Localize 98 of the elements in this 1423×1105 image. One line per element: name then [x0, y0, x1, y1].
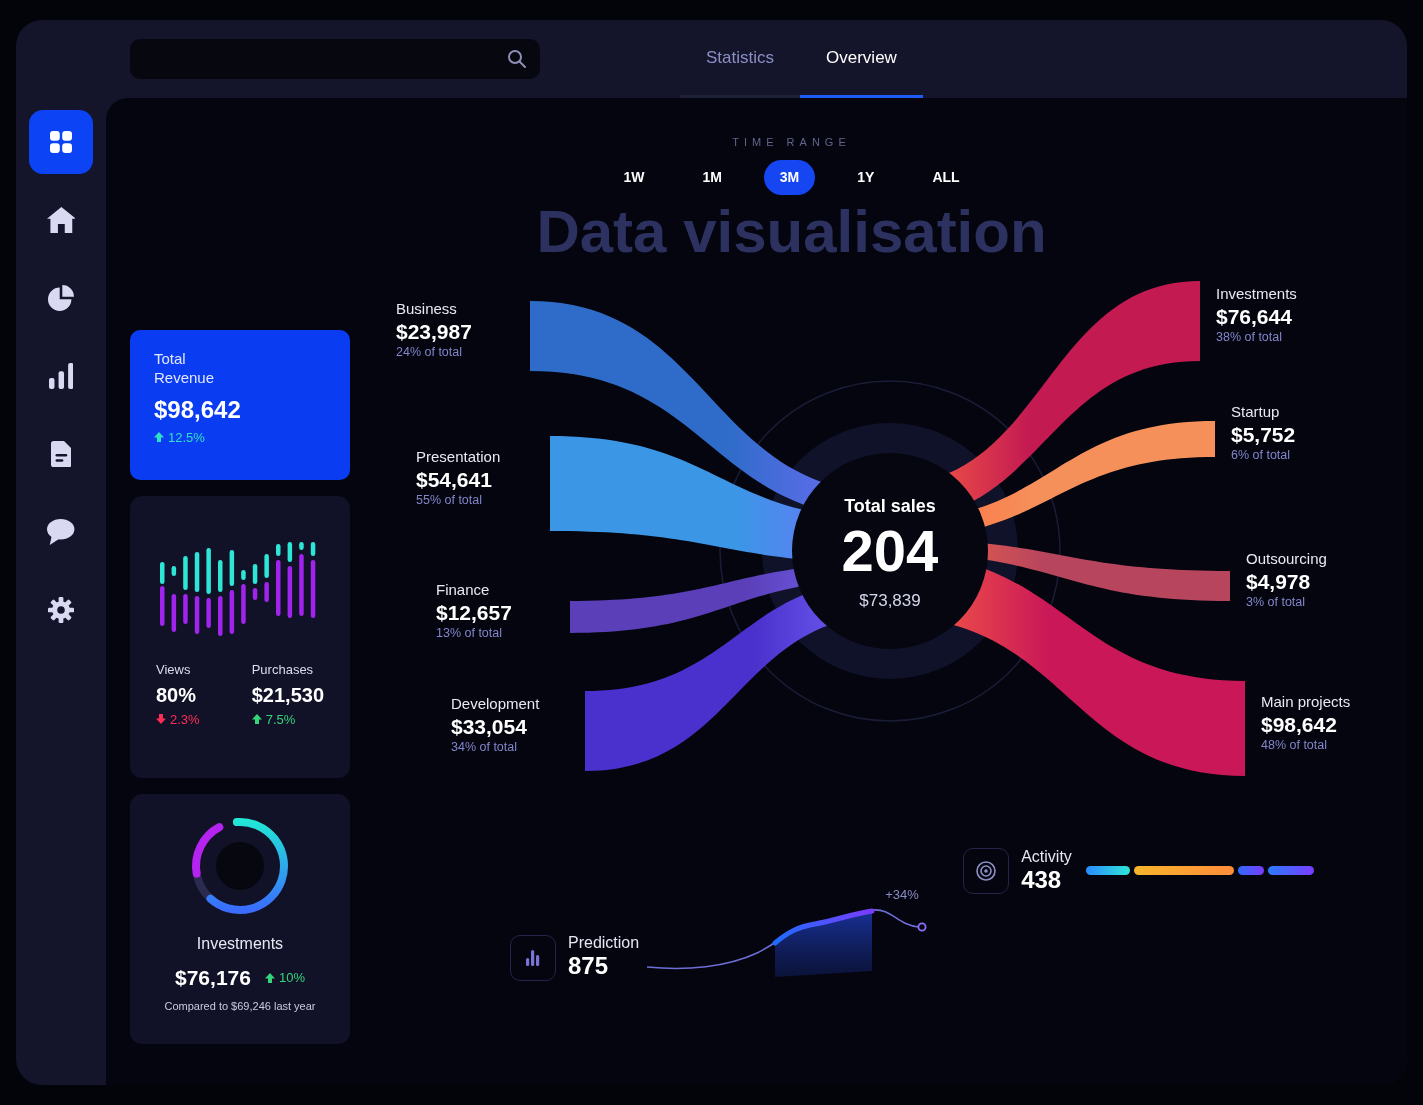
activity-segment: [1267, 866, 1314, 876]
flow-label: Startup: [1231, 403, 1280, 422]
card-value: $98,642: [154, 394, 241, 425]
chart-bar: [160, 562, 165, 584]
home-icon: [46, 207, 76, 233]
time-range-label: TIME RANGE: [732, 135, 851, 150]
flow-share: 24% of total: [396, 345, 462, 361]
chart-bar: [310, 542, 316, 556]
flow-value: $98,642: [1261, 711, 1337, 738]
target-icon: [963, 848, 1010, 894]
chart-bar: [160, 586, 165, 626]
range-option[interactable]: 3M: [763, 160, 816, 195]
chart-bar: [241, 570, 246, 580]
stat-label: Purchases: [251, 661, 314, 679]
stat-label: Views: [156, 661, 191, 679]
flow-label: Finance: [436, 581, 490, 600]
chart-bar: [264, 582, 269, 602]
change-percent: 10%: [278, 969, 305, 987]
flow-value: $5,752: [1231, 421, 1296, 448]
search-icon: [508, 50, 526, 68]
flow-value: $76,644: [1216, 303, 1292, 330]
chart-bar: [276, 544, 281, 556]
chart-bar: [299, 554, 304, 616]
chart-bar: [206, 548, 211, 594]
flow-label: Development: [451, 695, 540, 714]
range-option[interactable]: 1W: [607, 160, 661, 195]
range-option[interactable]: 1M: [686, 160, 738, 195]
donut-track: [193, 875, 213, 901]
settings-icon: [48, 597, 74, 623]
activity-segment: [1237, 866, 1264, 876]
widget-value: 875: [568, 952, 609, 981]
chart-bar: [229, 550, 235, 586]
chart-bar: [229, 590, 235, 634]
search-field[interactable]: [130, 39, 540, 79]
end-marker: [917, 922, 927, 932]
chart-bar: [264, 554, 269, 578]
flow-value: $12,657: [436, 599, 512, 626]
chart-bar: [206, 598, 211, 628]
stat-value: 80%: [156, 682, 197, 708]
document-icon: [50, 441, 72, 467]
flow-share: 34% of total: [451, 740, 517, 756]
chart-bar: [218, 560, 223, 592]
flow-share: 38% of total: [1216, 330, 1282, 346]
activity-segment: [1085, 866, 1130, 876]
flow-label: Business: [396, 300, 457, 319]
pie-chart-icon: [48, 285, 74, 311]
chart-bar: [276, 560, 281, 616]
widget-label: Prediction: [568, 933, 640, 953]
center-label: Total sales: [844, 495, 936, 518]
range-option[interactable]: ALL: [916, 160, 976, 195]
flow-share: 13% of total: [436, 626, 502, 642]
nav-button[interactable]: [29, 110, 93, 174]
chart-bar: [171, 566, 177, 576]
flow-share: 6% of total: [1231, 448, 1291, 464]
chart-bar: [287, 542, 293, 562]
page-title: Data visualisation: [536, 199, 1047, 265]
range-option[interactable]: 1Y: [841, 160, 891, 195]
chart-bar: [241, 584, 246, 624]
flow-share: 55% of total: [416, 493, 482, 509]
flow-label: Presentation: [416, 448, 501, 467]
center-amount: $73,839: [859, 590, 921, 612]
stat-value: $21,530: [251, 682, 324, 708]
chart-bar: [194, 552, 200, 592]
flow-value: $4,978: [1246, 568, 1311, 595]
chart-bar: [218, 596, 223, 636]
comparison-note: Compared to $69,246 last year: [164, 998, 316, 1014]
center-value: 204: [841, 522, 939, 580]
chart-icon: [510, 935, 556, 981]
flow-label: Main projects: [1261, 693, 1351, 712]
chart-bar: [299, 542, 304, 550]
card-label: Total Revenue: [154, 350, 216, 388]
flow-value: $23,987: [396, 318, 472, 345]
chart-bar: [171, 594, 177, 632]
change-percent: 12.5%: [168, 428, 205, 447]
card-label: Investments: [196, 934, 284, 954]
flow-label: Outsourcing: [1246, 550, 1327, 569]
chart-bar: [183, 594, 188, 624]
flow-share: 48% of total: [1261, 738, 1327, 754]
chart-bar: [194, 596, 200, 634]
chart-bar: [183, 556, 188, 590]
chart-bar: [252, 588, 258, 600]
bar-chart-icon: [48, 363, 74, 389]
grid-icon: [50, 131, 72, 153]
flow-share: 3% of total: [1246, 595, 1306, 611]
chart-bar: [287, 566, 293, 618]
widget-label: Activity: [1021, 847, 1072, 867]
change-percent: 2.3%: [170, 710, 200, 729]
widget-value: 438: [1021, 866, 1062, 895]
card-value: $76,176: [175, 965, 251, 991]
chat-bubble-icon: [47, 519, 75, 545]
chart-bar: [310, 560, 316, 618]
flow-value: $33,054: [451, 713, 527, 740]
chart-bar: [252, 564, 258, 584]
change-percent: 7.5%: [265, 710, 296, 729]
flow-value: $54,641: [416, 466, 492, 493]
donut-hole: [216, 842, 264, 890]
trend-change: +34%: [885, 886, 919, 904]
flow-label: Investments: [1216, 285, 1297, 304]
